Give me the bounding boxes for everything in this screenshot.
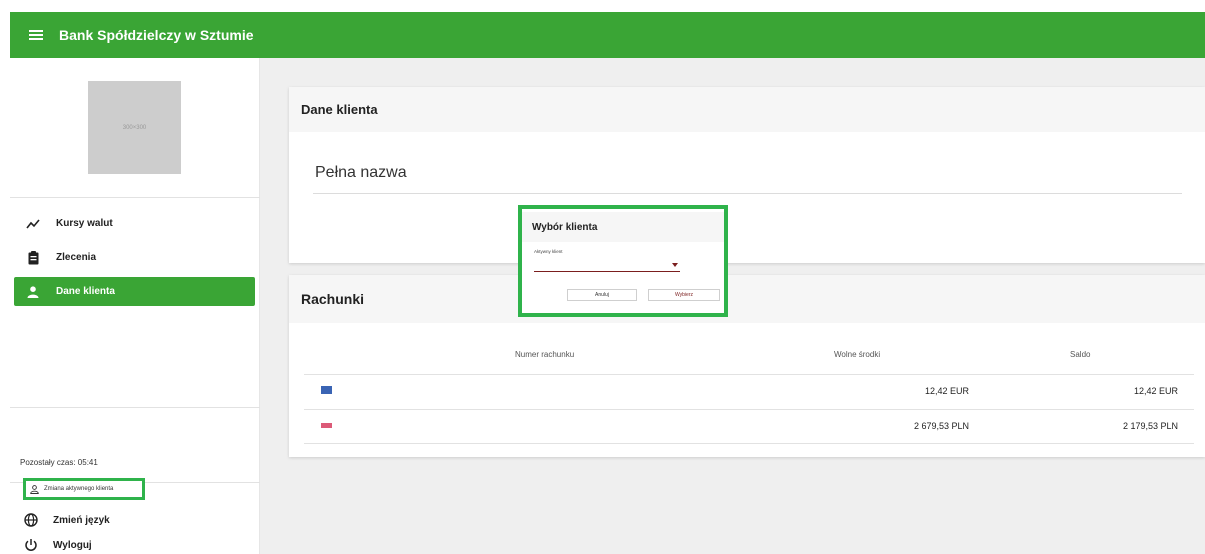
language-label: Zmień język xyxy=(53,514,110,526)
top-app-bar: Bank Spółdzielczy w Sztumie xyxy=(10,12,1205,58)
sidebar-item-client-data[interactable]: Dane klienta xyxy=(14,277,255,306)
change-language-button[interactable]: Zmień język xyxy=(24,510,110,530)
select-button[interactable]: Wybierz xyxy=(648,289,720,301)
trending-up-icon xyxy=(26,217,40,231)
full-name-label: Pełna nazwa xyxy=(315,164,407,181)
sidebar-item-label: Dane klienta xyxy=(56,286,115,297)
change-active-client-button[interactable]: Zmiana aktywnego klienta xyxy=(23,478,145,500)
available-funds-cell: 12,42 EUR xyxy=(924,386,969,396)
divider xyxy=(10,197,260,198)
logout-button[interactable]: Wyloguj xyxy=(24,535,92,554)
accounts-card: Rachunki Numer rachunku Wolne środki Sal… xyxy=(289,275,1205,457)
sidebar-item-orders[interactable]: Zlecenia xyxy=(14,243,255,272)
person-icon xyxy=(26,285,40,299)
app-window: Bank Spółdzielczy w Sztumie 300×300 Kurs… xyxy=(10,12,1205,554)
globe-icon xyxy=(24,513,38,527)
bank-name: Bank Spółdzielczy w Sztumie xyxy=(59,27,254,43)
logo-placeholder: 300×300 xyxy=(88,81,181,174)
table-row[interactable]: 12,42 EUR 12,42 EUR xyxy=(304,374,1194,409)
client-data-title: Dane klienta xyxy=(289,87,1205,132)
dialog-title: Wybór klienta xyxy=(522,212,724,242)
active-client-label: Aktywny klient xyxy=(534,249,563,254)
clipboard-icon xyxy=(26,250,40,265)
cancel-button[interactable]: Anuluj xyxy=(567,289,637,301)
power-icon xyxy=(24,538,38,552)
client-data-card: Dane klienta Pełna nazwa xyxy=(289,87,1205,263)
menu-icon[interactable] xyxy=(29,30,43,40)
session-timer: Pozostały czas: 05:41 xyxy=(20,458,98,467)
divider xyxy=(10,407,260,408)
balance-cell: 12,42 EUR xyxy=(1133,386,1178,396)
column-header-account-number: Numer rachunku xyxy=(515,350,575,359)
client-selection-dialog: Wybór klienta Aktywny klient Anuluj Wybi… xyxy=(518,205,728,317)
sidebar: 300×300 Kursy walut Zlecenia Dane klient… xyxy=(10,58,260,554)
balance-cell: 2 179,53 PLN xyxy=(1122,421,1178,431)
available-funds-cell: 2 679,53 PLN xyxy=(913,421,969,431)
dropdown-arrow-icon xyxy=(672,263,678,267)
full-name-underline xyxy=(313,193,1182,194)
logout-label: Wyloguj xyxy=(53,539,92,551)
active-client-select[interactable] xyxy=(534,262,680,272)
sidebar-item-label: Zlecenia xyxy=(56,252,97,263)
accounts-title: Rachunki xyxy=(289,275,1205,323)
pl-flag-icon xyxy=(321,423,332,428)
change-client-label: Zmiana aktywnego klienta xyxy=(44,486,114,492)
eu-flag-icon xyxy=(321,386,332,394)
sidebar-item-exchange-rates[interactable]: Kursy walut xyxy=(14,209,255,238)
person-outline-icon xyxy=(30,484,39,494)
table-row[interactable]: 2 679,53 PLN 2 179,53 PLN xyxy=(304,409,1194,444)
column-header-available-funds: Wolne środki xyxy=(834,350,881,359)
column-header-balance: Saldo xyxy=(1070,350,1091,359)
sidebar-item-label: Kursy walut xyxy=(56,218,113,229)
